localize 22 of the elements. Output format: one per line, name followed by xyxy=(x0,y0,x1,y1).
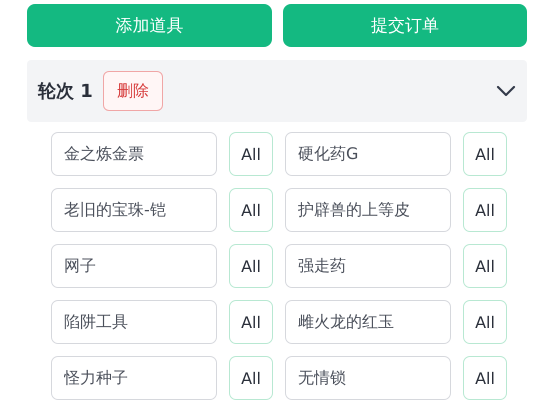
item-field[interactable]: 陷阱工具 xyxy=(51,300,217,344)
round-title: 轮次 1 xyxy=(38,80,93,103)
all-button[interactable]: All xyxy=(229,300,273,344)
item-field[interactable]: 老旧的宝珠-铠 xyxy=(51,188,217,232)
all-button[interactable]: All xyxy=(463,132,507,176)
all-button[interactable]: All xyxy=(463,244,507,288)
item-field[interactable]: 护辟兽的上等皮 xyxy=(285,188,451,232)
chevron-icon[interactable] xyxy=(496,85,516,97)
all-button[interactable]: All xyxy=(463,300,507,344)
all-button[interactable]: All xyxy=(229,356,273,400)
all-button[interactable]: All xyxy=(229,188,273,232)
item-field[interactable]: 硬化药G xyxy=(285,132,451,176)
item-field[interactable]: 雌火龙的红玉 xyxy=(285,300,451,344)
item-field[interactable]: 网子 xyxy=(51,244,217,288)
item-field[interactable]: 金之炼金票 xyxy=(51,132,217,176)
all-button[interactable]: All xyxy=(463,188,507,232)
all-button[interactable]: All xyxy=(229,244,273,288)
delete-button[interactable]: 删除 xyxy=(102,71,163,111)
all-button[interactable]: All xyxy=(463,356,507,400)
item-field[interactable]: 强走药 xyxy=(285,244,451,288)
all-button[interactable]: All xyxy=(229,132,273,176)
item-field[interactable]: 无情锁 xyxy=(285,356,451,400)
